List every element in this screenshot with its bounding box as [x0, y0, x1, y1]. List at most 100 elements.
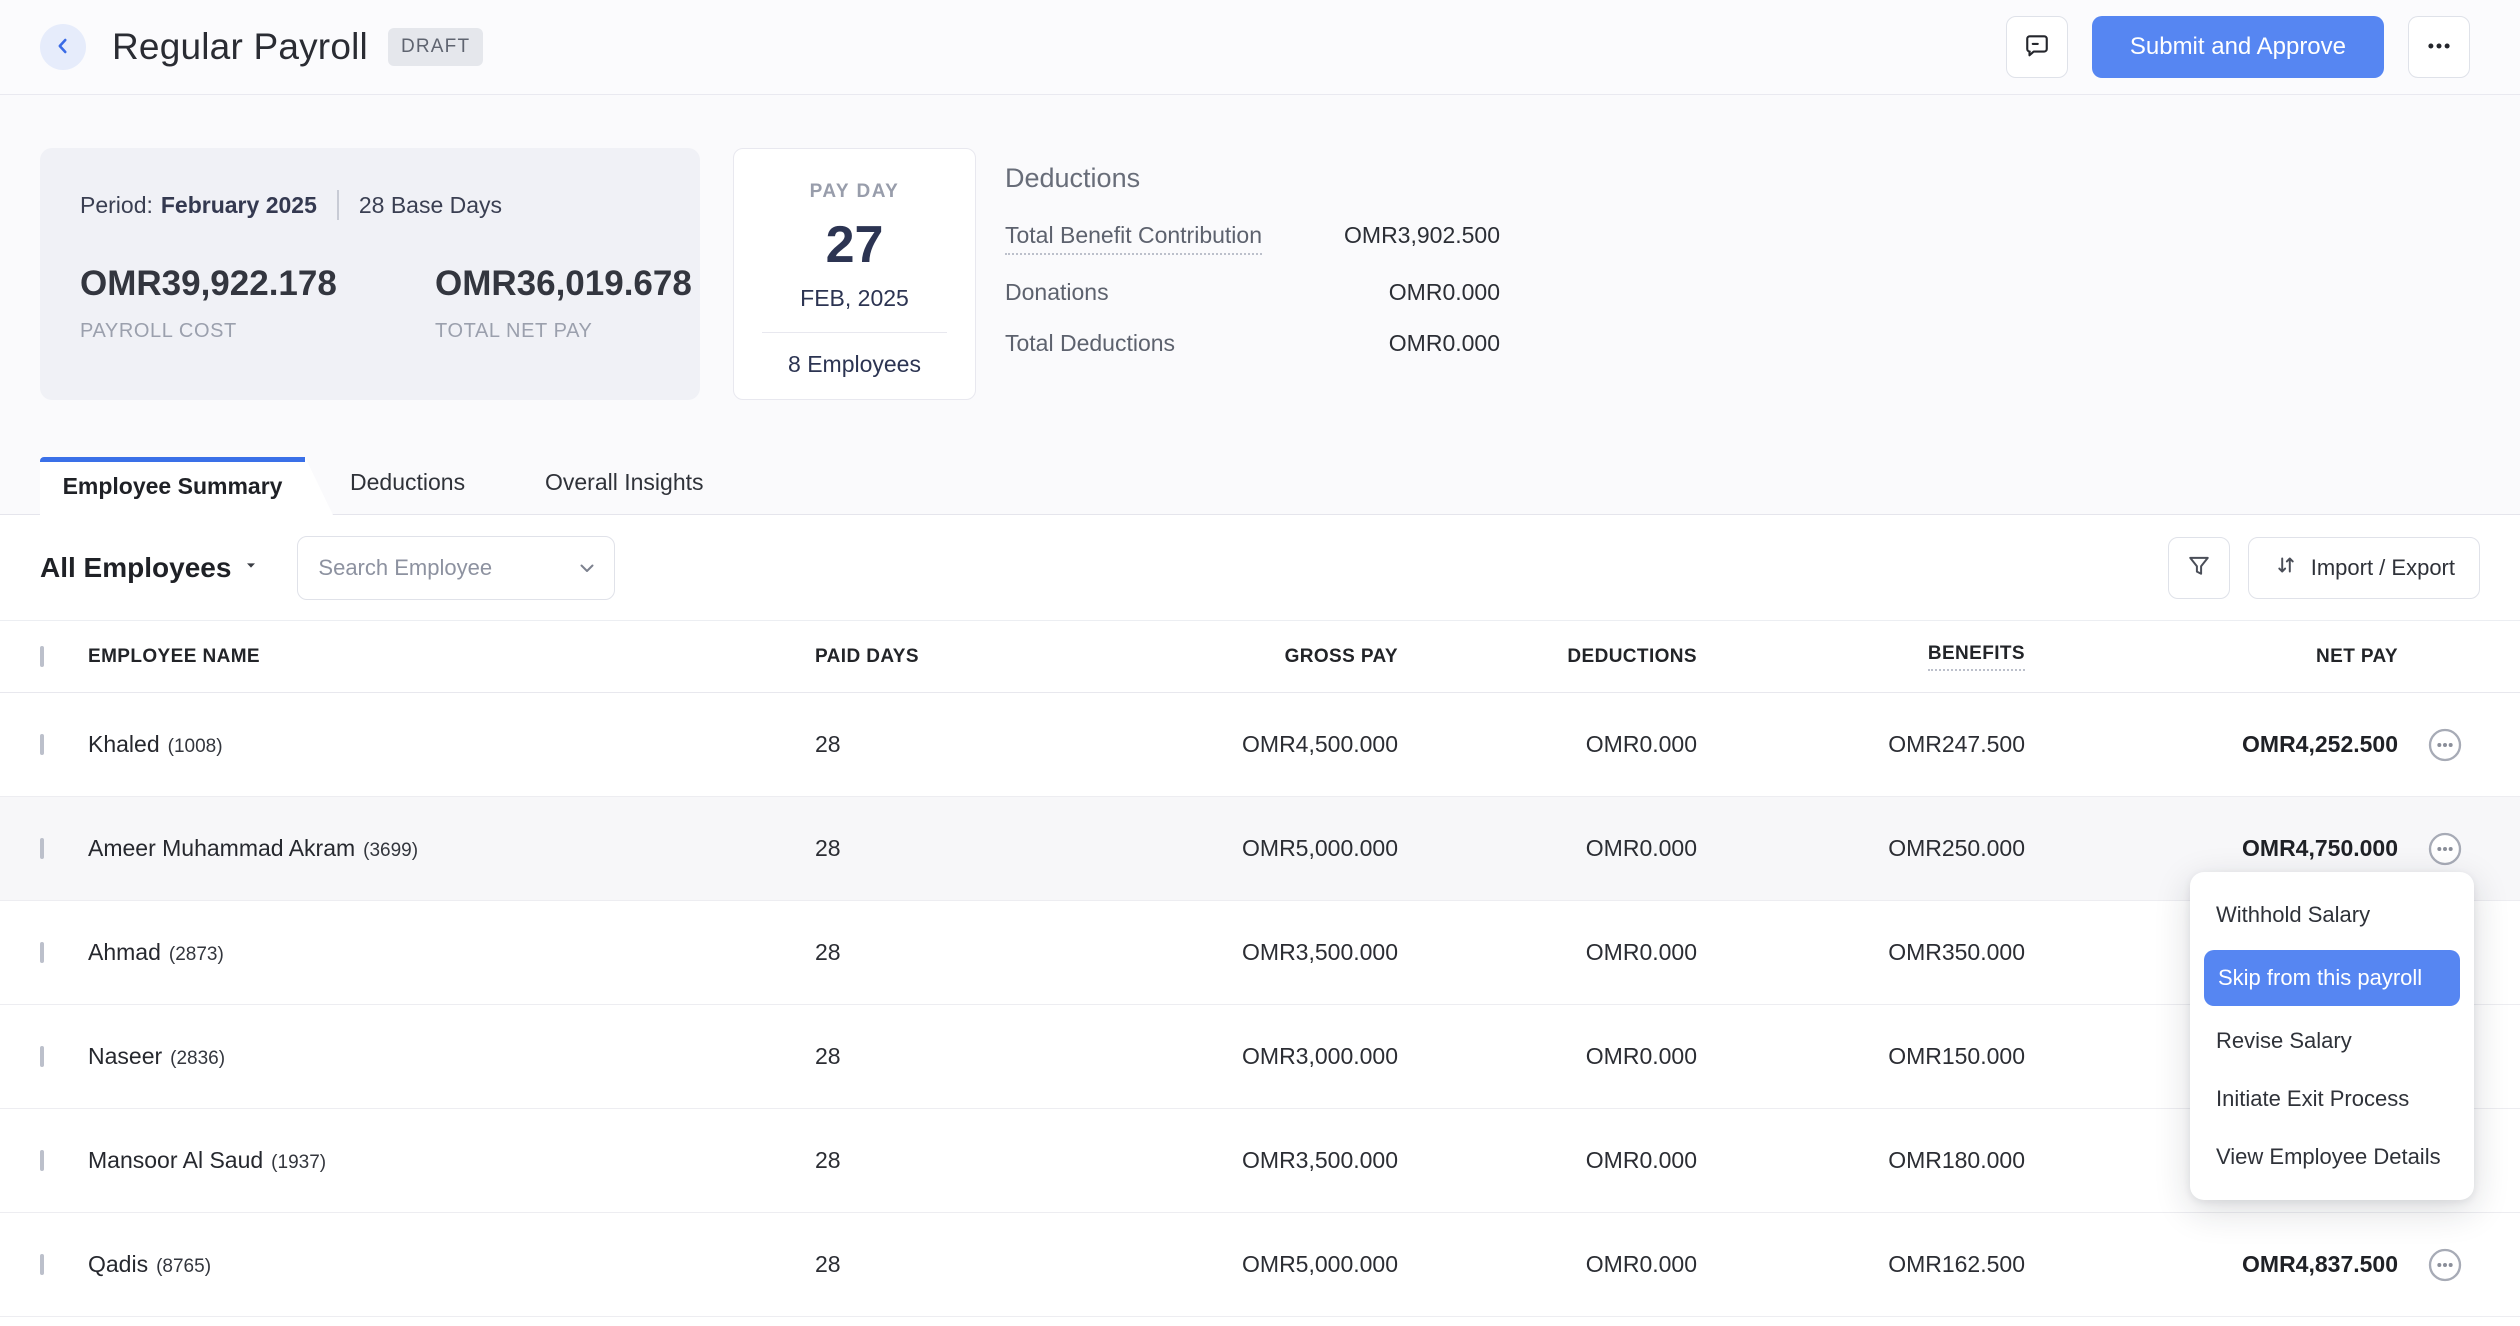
employee-id: (1008)	[168, 736, 223, 757]
context-menu-item[interactable]: View Employee Details	[2190, 1128, 2474, 1186]
benefits-cell: OMR350.000	[1697, 939, 2025, 966]
net-pay-cell: OMR4,252.500	[2025, 731, 2398, 758]
deductions-cell: OMR0.000	[1398, 1043, 1697, 1070]
chevron-left-icon	[52, 35, 74, 60]
paid-days-cell: 28	[815, 835, 975, 862]
employee-table-body: Khaled (1008) 28 OMR4,500.000 OMR0.000 OM…	[0, 693, 2520, 1317]
row-checkbox[interactable]	[40, 1254, 44, 1275]
table-controls-right: Import / Export	[2168, 537, 2480, 599]
gross-pay-cell: OMR3,500.000	[975, 939, 1398, 966]
net-pay-cell: OMR4,750.000	[2025, 835, 2398, 862]
import-export-button[interactable]: Import / Export	[2248, 537, 2480, 599]
context-menu-item[interactable]: Skip from this payroll	[2204, 950, 2460, 1006]
tab-employee-summary[interactable]: Employee Summary	[40, 457, 333, 515]
circle-ellipsis-icon	[2425, 1273, 2465, 1288]
column-paid-days: PAID DAYS	[815, 646, 975, 668]
employee-name-cell[interactable]: Naseer(2836)	[88, 1043, 815, 1070]
row-more-button[interactable]	[2425, 725, 2465, 765]
row-checkbox[interactable]	[40, 942, 44, 963]
gross-pay-cell: OMR3,000.000	[975, 1043, 1398, 1070]
tab-employee-summary-label: Employee Summary	[40, 457, 305, 515]
employee-name: Ameer Muhammad Akram	[88, 835, 355, 861]
period-line: Period: February 2025 28 Base Days	[80, 190, 660, 220]
gross-pay-cell: OMR4,500.000	[975, 731, 1398, 758]
employee-filter-dropdown[interactable]: All Employees	[40, 552, 259, 584]
deductions-summary: Deductions Total Benefit Contribution OM…	[1005, 163, 1500, 381]
deductions-cell: OMR0.000	[1398, 731, 1697, 758]
base-days: 28 Base Days	[359, 192, 502, 219]
search-employee-input[interactable]	[297, 536, 615, 600]
top-bar-actions: Submit and Approve	[2006, 16, 2470, 78]
comments-button[interactable]	[2006, 16, 2068, 78]
ellipsis-icon	[2424, 31, 2454, 64]
row-checkbox[interactable]	[40, 734, 44, 755]
column-employee-name: EMPLOYEE NAME	[88, 646, 815, 668]
period-value: February 2025	[161, 192, 317, 219]
payday-label: PAY DAY	[734, 181, 975, 203]
total-benefit-contribution-value: OMR3,902.500	[1344, 222, 1500, 249]
total-benefit-contribution-label[interactable]: Total Benefit Contribution	[1005, 222, 1262, 255]
table-row: Qadis(8765) 28 OMR5,000.000 OMR0.000 OMR…	[0, 1213, 2520, 1317]
deductions-cell: OMR0.000	[1398, 939, 1697, 966]
row-more-button[interactable]	[2425, 829, 2465, 869]
benefits-cell: OMR150.000	[1697, 1043, 2025, 1070]
payday-month-year: FEB, 2025	[734, 285, 975, 312]
net-pay-cell: OMR4,837.500	[2025, 1251, 2398, 1278]
deductions-cell: OMR0.000	[1398, 1251, 1697, 1278]
table-row: Naseer(2836) 28 OMR3,000.000 OMR0.000 OM…	[0, 1005, 2520, 1109]
employee-name-cell[interactable]: Mansoor Al Saud(1937)	[88, 1147, 815, 1174]
paid-days-cell: 28	[815, 1251, 975, 1278]
benefits-cell: OMR162.500	[1697, 1251, 2025, 1278]
context-menu-item[interactable]: Initiate Exit Process	[2190, 1070, 2474, 1128]
payroll-cost-label: PAYROLL COST	[80, 320, 400, 343]
total-net-pay-value: OMR36,019.678	[435, 264, 755, 304]
divider	[762, 332, 947, 333]
payroll-app: Regular Payroll DRAFT Submit and Approve	[0, 0, 2520, 1326]
employee-name-cell[interactable]: Qadis(8765)	[88, 1251, 815, 1278]
filter-button[interactable]	[2168, 537, 2230, 599]
row-checkbox[interactable]	[40, 838, 44, 859]
paid-days-cell: 28	[815, 731, 975, 758]
period-label: Period:	[80, 192, 153, 219]
row-more-button[interactable]	[2425, 1245, 2465, 1285]
submit-and-approve-button[interactable]: Submit and Approve	[2092, 16, 2384, 78]
row-context-menu: Withhold Salary Skip from this payroll R…	[2190, 872, 2474, 1200]
circle-ellipsis-icon	[2425, 753, 2465, 768]
employee-table: EMPLOYEE NAME PAID DAYS GROSS PAY DEDUCT…	[0, 620, 2520, 1317]
tab-overall-insights[interactable]: Overall Insights	[545, 469, 704, 496]
employee-id: (3699)	[363, 840, 418, 861]
employee-name-cell[interactable]: Ahmad(2873)	[88, 939, 815, 966]
column-net-pay: NET PAY	[2025, 646, 2398, 668]
top-bar: Regular Payroll DRAFT Submit and Approve	[0, 0, 2520, 95]
total-deductions-label: Total Deductions	[1005, 330, 1175, 357]
filter-funnel-icon	[2185, 552, 2213, 583]
more-actions-button[interactable]	[2408, 16, 2470, 78]
select-all-checkbox[interactable]	[40, 646, 44, 667]
status-badge: DRAFT	[388, 28, 483, 66]
employee-name-cell[interactable]: Ameer Muhammad Akram (3699)	[88, 835, 815, 862]
import-export-label: Import / Export	[2311, 555, 2455, 581]
employee-table-header: EMPLOYEE NAME PAID DAYS GROSS PAY DEDUCT…	[0, 621, 2520, 693]
gross-pay-cell: OMR5,000.000	[975, 835, 1398, 862]
total-net-pay-label: TOTAL NET PAY	[435, 320, 755, 343]
total-deductions-value: OMR0.000	[1389, 330, 1500, 357]
table-controls: All Employees	[0, 515, 2520, 620]
row-checkbox[interactable]	[40, 1150, 44, 1171]
context-menu-item[interactable]: Revise Salary	[2190, 1012, 2474, 1070]
donations-value: OMR0.000	[1389, 279, 1500, 306]
search-employee-box	[297, 536, 615, 600]
employee-name: Ahmad	[88, 939, 161, 965]
employee-name-cell[interactable]: Khaled (1008)	[88, 731, 815, 758]
employee-name: Khaled	[88, 731, 160, 757]
tab-deductions[interactable]: Deductions	[350, 469, 465, 496]
summary-amounts: OMR39,922.178 PAYROLL COST OMR36,019.678…	[80, 264, 660, 343]
divider	[337, 190, 339, 220]
context-menu-item[interactable]: Withhold Salary	[2190, 886, 2474, 944]
back-button[interactable]	[40, 24, 86, 70]
column-benefits: BENEFITS	[1697, 643, 2025, 671]
table-row: Ameer Muhammad Akram (3699) 28 OMR5,000.0…	[0, 797, 2520, 901]
comment-icon	[2022, 31, 2052, 64]
paid-days-cell: 28	[815, 939, 975, 966]
payday-card: PAY DAY 27 FEB, 2025 8 Employees	[733, 148, 976, 400]
row-checkbox[interactable]	[40, 1046, 44, 1067]
